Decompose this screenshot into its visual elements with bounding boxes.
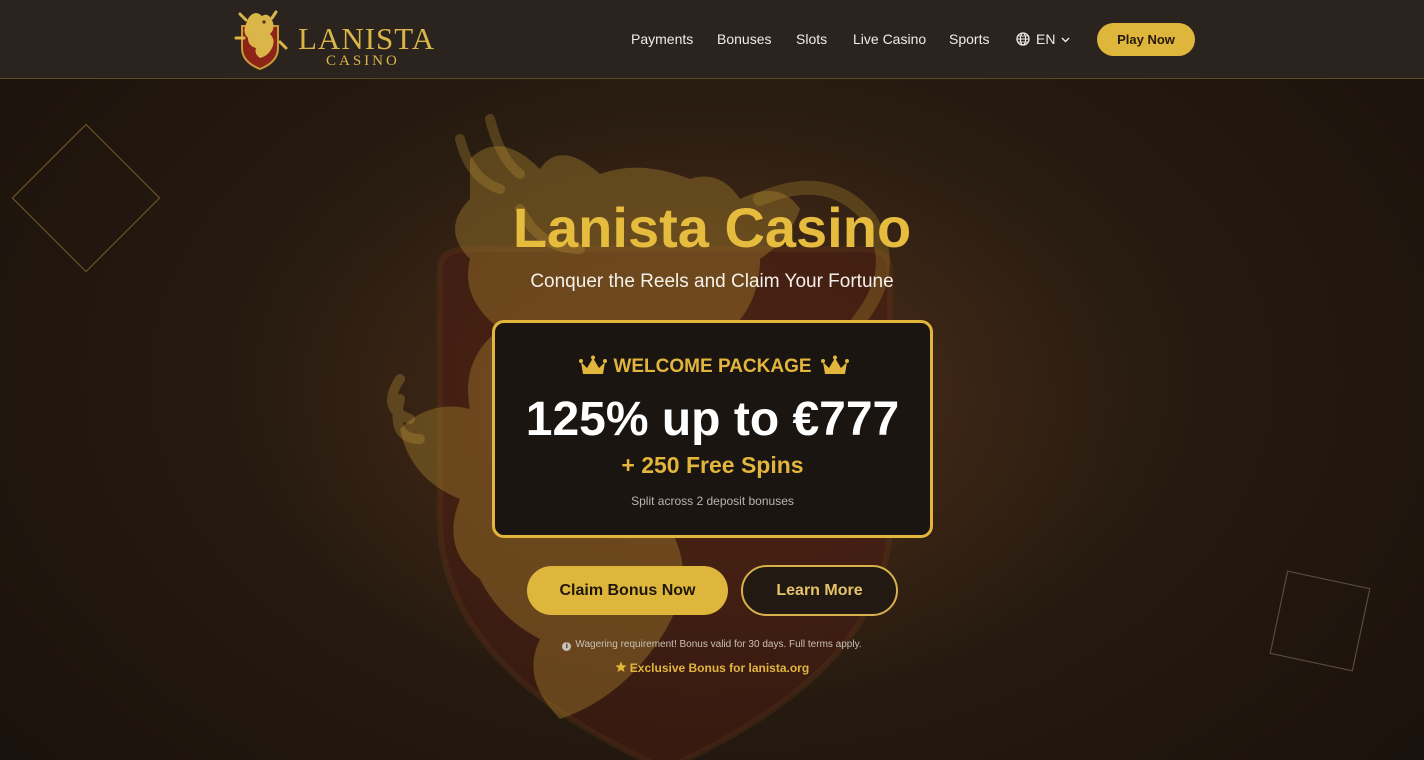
wagering-disclaimer: i Wagering requirement! Bonus valid for 3…	[412, 637, 1012, 653]
learn-more-button[interactable]: Learn More	[741, 565, 898, 616]
nav-payments[interactable]: Payments	[631, 30, 693, 48]
welcome-offer-card: WELCOME PACKAGE 125% up to €777 + 250 Fr…	[492, 320, 933, 538]
site-logo[interactable]: LANISTA CASINO	[232, 8, 442, 72]
star-icon	[615, 661, 627, 672]
play-now-button[interactable]: Play Now	[1097, 23, 1195, 56]
offer-free-spins: + 250 Free Spins	[621, 452, 804, 478]
offer-label: WELCOME PACKAGE	[613, 356, 812, 377]
lion-crest-icon	[234, 10, 288, 70]
logo-subtitle: CASINO	[326, 53, 400, 69]
crown-icon	[821, 355, 849, 374]
claim-bonus-button[interactable]: Claim Bonus Now	[527, 566, 728, 615]
offer-note: Split across 2 deposit bonuses	[631, 494, 794, 508]
logo-wordmark: LANISTA	[298, 21, 436, 56]
nav-live-casino[interactable]: Live Casino	[853, 30, 926, 48]
nav-slots[interactable]: Slots	[796, 30, 827, 48]
nav-sports[interactable]: Sports	[949, 30, 989, 48]
globe-icon	[1016, 32, 1030, 46]
offer-heading: WELCOME PACKAGE	[495, 353, 930, 379]
offer-amount: 125% up to €777	[525, 393, 900, 446]
hero-title: Lanista Casino	[512, 196, 912, 259]
info-icon: i	[562, 642, 572, 651]
language-code: EN	[1036, 31, 1056, 47]
hero-subtitle: Conquer the Reels and Claim Your Fortune	[530, 271, 894, 292]
exclusive-bonus-note: Exclusive Bonus for lanista.org	[412, 659, 1012, 677]
exclusive-text: Exclusive Bonus for lanista.org	[629, 661, 810, 675]
site-header: LANISTA CASINO Payments Bonuses Slots Li…	[0, 0, 1424, 79]
chevron-down-icon	[1061, 37, 1070, 43]
disclaimer-text: Wagering requirement! Bonus valid for 30…	[575, 639, 862, 650]
nav-bonuses[interactable]: Bonuses	[717, 30, 771, 48]
hero-section: Lanista Casino Conquer the Reels and Cla…	[0, 79, 1424, 760]
